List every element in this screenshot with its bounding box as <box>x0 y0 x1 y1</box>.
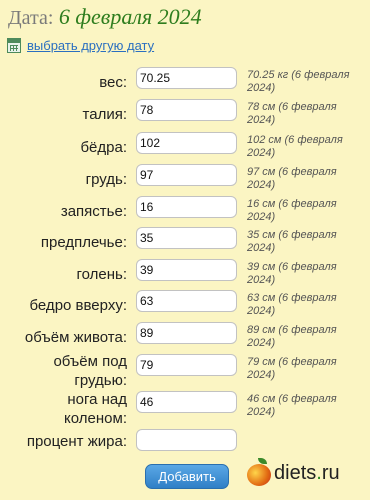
choose-date[interactable]: выбрать другую дату <box>7 38 154 53</box>
upper-thigh-note: 63 см (6 февраля 2024) <box>247 292 337 317</box>
hips-note: 102 см (6 февраля 2024) <box>247 134 343 159</box>
calendar-icon[interactable] <box>7 38 21 53</box>
body-fat-label: процент жира: <box>26 433 127 450</box>
underbust-note: 79 см (6 февраля 2024) <box>247 356 337 381</box>
hips-field[interactable] <box>136 132 237 154</box>
shin-note: 39 см (6 февраля 2024) <box>247 261 337 286</box>
above-knee-label: нога над коленом: <box>64 391 127 427</box>
belly-label: объём живота: <box>24 329 127 346</box>
above-knee-note: 46 см (6 февраля 2024) <box>247 393 337 418</box>
wrist-label: запястье: <box>60 203 127 220</box>
chest-field[interactable] <box>136 164 237 186</box>
above-knee-field[interactable] <box>136 391 237 413</box>
forearm-label: предплечье: <box>40 234 127 251</box>
forearm-field[interactable] <box>136 227 237 249</box>
upper-thigh-label: бедро вверху: <box>29 297 128 314</box>
weight-field[interactable] <box>136 67 237 89</box>
weight-label: вес: <box>99 74 127 91</box>
wrist-note: 16 см (6 февраля 2024) <box>247 198 337 223</box>
weight-note: 70.25 кг (6 февраля 2024) <box>247 69 350 94</box>
current-date: 6 февраля 2024 <box>58 4 202 29</box>
upper-thigh-field[interactable] <box>136 290 237 312</box>
shin-field[interactable] <box>136 259 237 281</box>
hips-label: бёдра: <box>80 139 127 156</box>
logo-text: diets.ru <box>274 462 340 484</box>
waist-note: 78 см (6 февраля 2024) <box>247 101 337 126</box>
underbust-label: объём под грудью: <box>53 353 127 389</box>
chest-label: грудь: <box>85 171 127 188</box>
underbust-field[interactable] <box>136 354 237 376</box>
forearm-note: 35 см (6 февраля 2024) <box>247 229 337 254</box>
date-label: Дата: <box>8 7 54 29</box>
waist-label: талия: <box>82 106 127 123</box>
choose-date-link[interactable]: выбрать другую дату <box>27 38 154 53</box>
apple-icon <box>247 458 271 488</box>
belly-note: 89 см (6 февраля 2024) <box>247 324 337 349</box>
chest-note: 97 см (6 февраля 2024) <box>247 166 337 191</box>
add-button[interactable]: Добавить <box>145 464 229 489</box>
site-logo: diets.ru <box>247 458 340 488</box>
body-fat-field[interactable] <box>136 429 237 451</box>
waist-field[interactable] <box>136 99 237 121</box>
belly-field[interactable] <box>136 322 237 344</box>
page-title: Дата: 6 февраля 2024 <box>8 4 202 31</box>
shin-label: голень: <box>76 266 127 283</box>
wrist-field[interactable] <box>136 196 237 218</box>
